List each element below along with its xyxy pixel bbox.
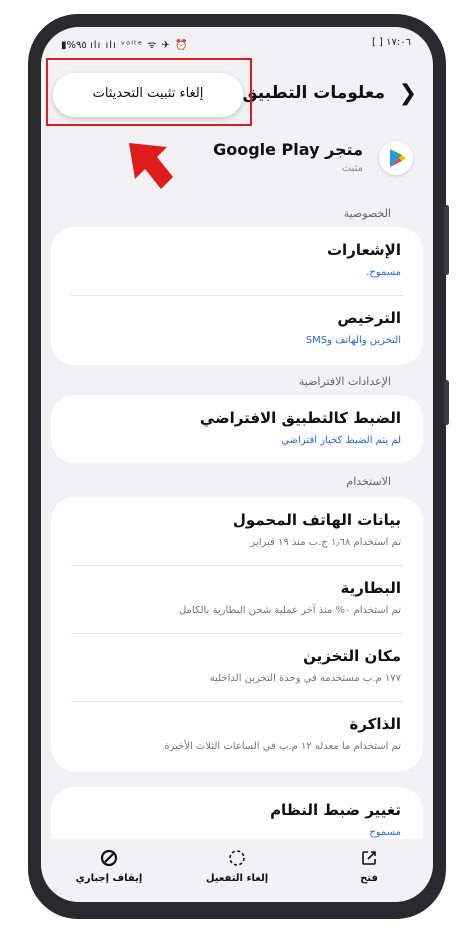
app-header: متجر Google Play مثبت — [41, 137, 433, 197]
section-usage: الاستخدام — [346, 475, 391, 488]
status-icons: ▮%٩٥ ılı ılı ᵛᵒˡᵗᵉ ᯤ ✈ ⏰ — [61, 40, 189, 51]
item-subtitle: مسموح — [369, 827, 401, 838]
volume-button — [444, 205, 449, 275]
divider — [71, 701, 403, 702]
highlight-box — [46, 58, 252, 126]
page-title: معلومات التطبيق — [242, 83, 385, 103]
list-item-permissions[interactable]: الترخيص التخزين والهاتف وSMS — [51, 309, 423, 361]
section-privacy: الخصوصية — [343, 207, 391, 220]
item-subtitle: التخزين والهاتف وSMS — [305, 335, 401, 346]
list-item-mobile-data[interactable]: بيانات الهاتف المحمول تم استخدام ١٫٦٨ ج.… — [51, 511, 423, 563]
section-defaults: الإعدادات الافتراضية — [298, 375, 391, 388]
disable-button[interactable]: إلغاء التفعيل — [187, 849, 287, 884]
divider — [71, 565, 403, 566]
force-stop-button[interactable]: إيقاف إجباري — [59, 849, 159, 884]
divider — [71, 633, 403, 634]
item-subtitle: لم يتم الضبط كخيار افتراضي — [281, 435, 401, 446]
item-title: البطارية — [340, 579, 401, 597]
item-subtitle: تم استخدام ٠% منذ آخر عملية شحن البطارية… — [178, 605, 401, 616]
screen: ▮%٩٥ ılı ılı ᵛᵒˡᵗᵉ ᯤ ✈ ⏰ ⠀[ ] ١٧:٠٦ ❯ مع… — [41, 27, 433, 902]
item-subtitle: ١٧٧ م.ب مستخدمة في وحدة التخزين الداخلية — [209, 673, 401, 684]
power-button — [444, 380, 449, 425]
open-label: فتح — [360, 873, 378, 884]
google-play-icon — [379, 141, 413, 175]
clock: ⠀[ ] ١٧:٠٦ — [364, 37, 411, 48]
list-item-battery[interactable]: البطارية تم استخدام ٠% منذ آخر عملية شحن… — [51, 579, 423, 631]
defaults-card: الضبط كالتطبيق الافتراضي لم يتم الضبط كخ… — [51, 395, 423, 463]
divider — [71, 295, 403, 296]
list-item-memory[interactable]: الذاكرة تم استخدام ما معدله ١٢ م.ب في ال… — [51, 715, 423, 767]
usage-card: بيانات الهاتف المحمول تم استخدام ١٫٦٨ ج.… — [51, 497, 423, 771]
item-title: الترخيص — [337, 309, 401, 327]
item-title: بيانات الهاتف المحمول — [232, 511, 401, 529]
list-item-storage[interactable]: مكان التخزين ١٧٧ م.ب مستخدمة في وحدة الت… — [51, 647, 423, 699]
privacy-card: الإشعارات مسموح. الترخيص التخزين والهاتف… — [51, 227, 423, 365]
app-name: متجر Google Play — [213, 140, 363, 159]
item-title: تغيير ضبط النظام — [270, 801, 401, 819]
list-item-set-default[interactable]: الضبط كالتطبيق الافتراضي لم يتم الضبط كخ… — [51, 409, 423, 459]
item-subtitle: مسموح. — [366, 267, 401, 278]
item-title: مكان التخزين — [303, 647, 401, 665]
open-icon — [319, 849, 419, 869]
force-stop-icon — [59, 849, 159, 869]
item-subtitle: تم استخدام ١٫٦٨ ج.ب منذ ١٩ فبراير — [250, 537, 401, 548]
item-subtitle: تم استخدام ما معدله ١٢ م.ب في الساعات ال… — [164, 741, 401, 752]
chevron-left-icon[interactable]: ❯ — [399, 81, 417, 106]
disable-icon — [187, 849, 287, 869]
status-bar: ▮%٩٥ ılı ılı ᵛᵒˡᵗᵉ ᯤ ✈ ⏰ ⠀[ ] ١٧:٠٦ — [41, 27, 433, 61]
disable-label: إلغاء التفعيل — [205, 873, 269, 884]
item-title: الذاكرة — [349, 715, 402, 733]
list-item-notifications[interactable]: الإشعارات مسموح. — [51, 241, 423, 293]
item-title: الضبط كالتطبيق الافتراضي — [199, 409, 401, 427]
open-button[interactable]: فتح — [319, 849, 419, 884]
bottom-action-bar: فتح إلغاء التفعيل إيقاف إجباري — [41, 839, 433, 902]
item-title: الإشعارات — [326, 241, 401, 259]
force-stop-label: إيقاف إجباري — [75, 873, 143, 884]
app-status: مثبت — [341, 163, 363, 174]
